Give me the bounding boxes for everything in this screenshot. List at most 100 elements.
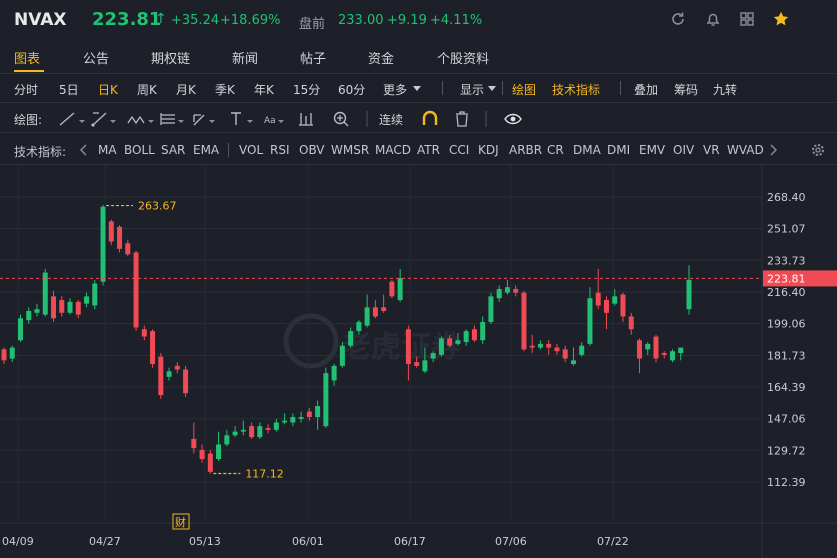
tab-capital[interactable]: 资金 xyxy=(368,48,394,67)
zoom-tool-icon[interactable] xyxy=(333,111,349,127)
font-tool-icon[interactable]: Aa xyxy=(264,116,284,126)
candle xyxy=(389,279,395,299)
indicator-wvad[interactable]: WVAD xyxy=(727,143,764,157)
tab-posts[interactable]: 帖子 xyxy=(300,48,326,67)
candle xyxy=(537,340,543,350)
indicator-ema[interactable]: EMA xyxy=(193,143,219,157)
candle-body xyxy=(117,226,123,249)
indicator-macd[interactable]: MACD xyxy=(375,143,411,157)
continuous-draw-button[interactable]: 连续 xyxy=(379,111,403,128)
tab-announcements[interactable]: 公告 xyxy=(83,48,109,67)
divider xyxy=(502,81,503,95)
grid-icon[interactable] xyxy=(738,10,756,28)
indicator-rsi[interactable]: RSI xyxy=(270,143,290,157)
wave-tool-icon[interactable] xyxy=(127,115,154,125)
display-menu[interactable]: 显示 xyxy=(460,81,484,98)
period-more[interactable]: 更多 xyxy=(383,81,407,98)
magnet-icon[interactable] xyxy=(422,110,438,125)
candle-body xyxy=(84,296,90,304)
star-icon[interactable] xyxy=(772,10,790,28)
candle xyxy=(513,285,519,297)
chevron-left-icon[interactable] xyxy=(80,144,88,156)
candle xyxy=(34,303,40,317)
indicator-ma[interactable]: MA xyxy=(98,143,117,157)
indicators-toggle[interactable]: 技术指标 xyxy=(552,81,600,98)
chevron-right-icon[interactable] xyxy=(769,144,777,156)
x-tick-label: 04/09 xyxy=(2,535,34,548)
indicator-kdj[interactable]: KDJ xyxy=(478,143,499,157)
indicator-dma[interactable]: DMA xyxy=(573,143,601,157)
text-tool-icon[interactable] xyxy=(231,112,253,125)
candle xyxy=(117,225,123,253)
measure-tool-icon[interactable] xyxy=(299,113,313,126)
candle-body xyxy=(579,345,585,355)
period-intraday[interactable]: 分时 xyxy=(14,81,38,98)
period-weekly[interactable]: 周K xyxy=(137,81,157,98)
trash-icon[interactable] xyxy=(456,111,468,127)
indicator-oiv[interactable]: OIV xyxy=(673,143,694,157)
candle-body xyxy=(653,336,659,359)
candle xyxy=(463,329,469,346)
indicator-boll[interactable]: BOLL xyxy=(124,143,155,157)
indicator-cci[interactable]: CCI xyxy=(449,143,469,157)
indicator-emv[interactable]: EMV xyxy=(639,143,665,157)
draw-toggle[interactable]: 绘图 xyxy=(512,81,536,98)
indicator-vr[interactable]: VR xyxy=(703,143,720,157)
candle xyxy=(18,314,24,343)
period-monthly[interactable]: 月K xyxy=(176,81,196,98)
indicator-sar[interactable]: SAR xyxy=(161,143,185,157)
candle-body xyxy=(51,296,57,319)
indicator-atr[interactable]: ATR xyxy=(417,143,440,157)
candle-body xyxy=(636,340,642,359)
candle xyxy=(59,296,65,317)
candle xyxy=(166,367,172,381)
candle xyxy=(645,342,651,355)
tab-news[interactable]: 新闻 xyxy=(232,48,258,67)
gear-icon[interactable] xyxy=(810,142,826,158)
candle-body xyxy=(240,429,246,432)
candle xyxy=(504,279,510,295)
nine-turn-button[interactable]: 九转 xyxy=(713,81,737,98)
period-5day[interactable]: 5日 xyxy=(59,81,79,98)
arrow-tool-icon[interactable] xyxy=(193,114,215,126)
period-60min[interactable]: 60分 xyxy=(338,81,365,98)
ray-tool-icon[interactable] xyxy=(91,112,116,127)
premarket-price: 233.00 xyxy=(338,13,384,28)
indicator-wmsr[interactable]: WMSR xyxy=(331,143,369,157)
line-tool-icon[interactable] xyxy=(59,112,85,126)
tab-chart[interactable]: 图表 xyxy=(14,48,40,67)
indicator-arbr[interactable]: ARBR xyxy=(509,143,542,157)
candle xyxy=(315,400,321,430)
fib-tool-icon[interactable] xyxy=(160,113,184,125)
period-quarterly[interactable]: 季K xyxy=(215,81,235,98)
divider xyxy=(0,102,837,103)
overlay-button[interactable]: 叠加 xyxy=(634,81,658,98)
period-daily[interactable]: 日K xyxy=(98,81,118,98)
candle xyxy=(67,298,73,315)
y-tick-label: 164.39 xyxy=(767,381,806,394)
bell-icon[interactable] xyxy=(704,10,722,28)
candle-body xyxy=(447,338,453,346)
period-toolbar: 分时 5日 日K 周K 月K 季K 年K 15分 60分 更多 显示 绘图 技术… xyxy=(0,74,837,102)
candlestick-chart[interactable]: 老虎证券 223.81263.67117.12财 268.40251.07233… xyxy=(0,165,837,558)
candle-body xyxy=(249,426,255,438)
display-dropdown-icon[interactable] xyxy=(488,86,496,92)
more-dropdown-icon[interactable] xyxy=(413,86,421,92)
tab-company-profile[interactable]: 个股资料 xyxy=(437,48,489,67)
indicator-dmi[interactable]: DMI xyxy=(607,143,630,157)
indicator-cr[interactable]: CR xyxy=(547,143,564,157)
candle-body xyxy=(183,369,189,394)
indicator-obv[interactable]: OBV xyxy=(299,143,325,157)
indicator-vol[interactable]: VOL xyxy=(239,143,263,157)
candle xyxy=(224,429,230,447)
refresh-icon[interactable] xyxy=(669,10,687,28)
tab-options-chain[interactable]: 期权链 xyxy=(151,48,190,67)
period-15min[interactable]: 15分 xyxy=(293,81,320,98)
main-tabs: 图表 公告 期权链 新闻 帖子 资金 个股资料 xyxy=(0,40,837,73)
chips-button[interactable]: 筹码 xyxy=(674,81,698,98)
period-yearly[interactable]: 年K xyxy=(254,81,274,98)
earnings-marker: 财 xyxy=(175,515,186,529)
current-price-label: 223.81 xyxy=(767,272,806,285)
candle-body xyxy=(100,206,106,282)
eye-icon[interactable] xyxy=(504,113,522,125)
